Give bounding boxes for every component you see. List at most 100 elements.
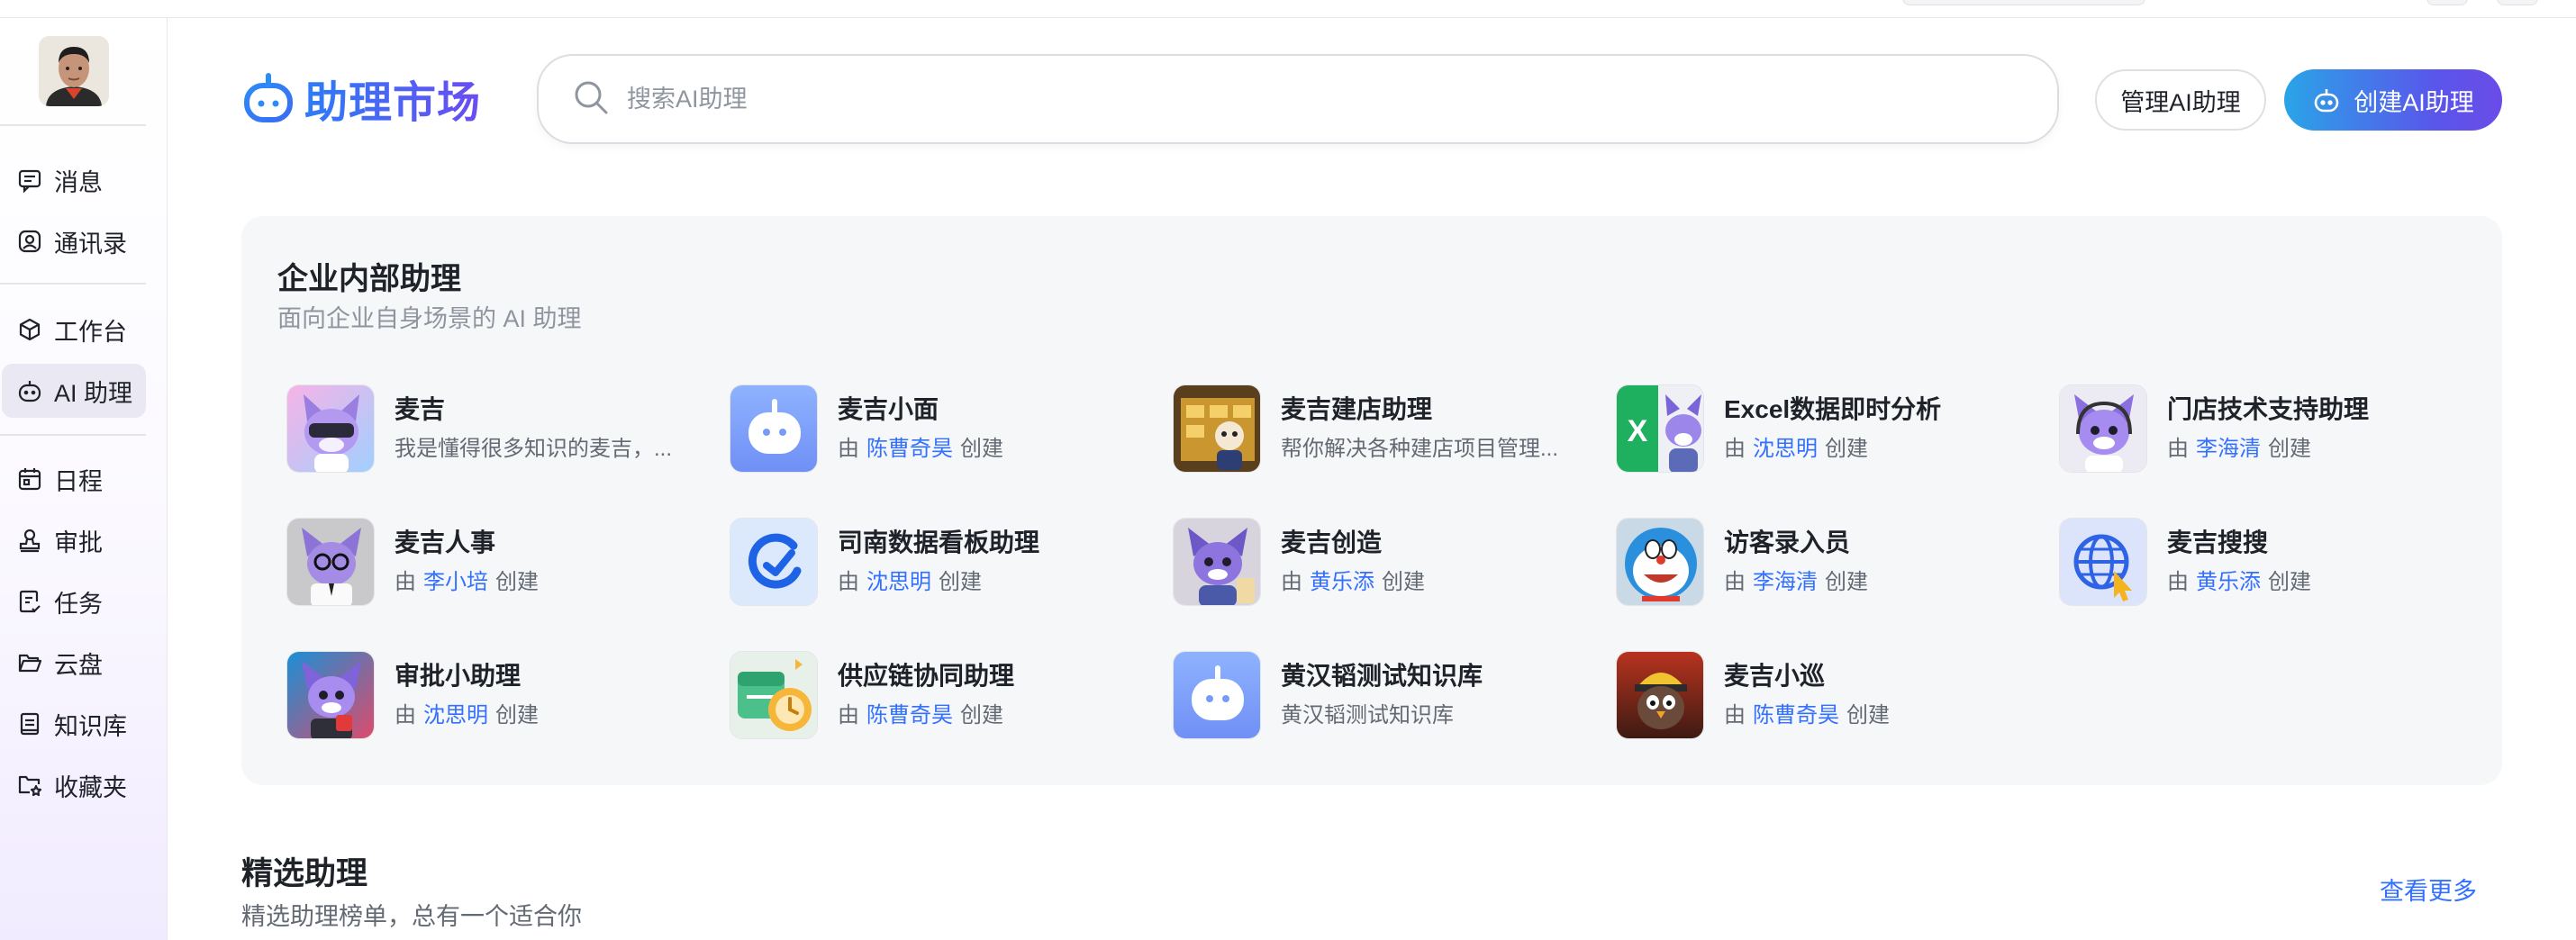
creator-link[interactable]: 陈曹奇昊 xyxy=(866,703,953,728)
assistant-card[interactable]: 黄汉韬测试知识库 黄汉韬测试知识库 xyxy=(1173,648,1596,742)
assistant-creator-line: 由李海清 创建 xyxy=(2167,433,2369,465)
featured-section-title: 精选助理 xyxy=(241,856,368,891)
assistant-avatar-compass xyxy=(730,518,818,606)
assistant-card[interactable]: 麦吉人事 由李小培 创建 xyxy=(286,515,710,609)
assistant-avatar-supply-chain xyxy=(730,651,818,739)
internal-assistants-panel: 企业内部助理 面向企业自身场景的 AI 助理 麦吉 我是懂得很多知识的麦吉，..… xyxy=(241,216,2502,785)
assistant-meta: 黄汉韬测试知识库 黄汉韬测试知识库 xyxy=(1281,658,1483,732)
assistant-description: 帮你解决各种建店项目管理... xyxy=(1281,437,1559,461)
assistant-meta: 门店技术支持助理 由李海清 创建 xyxy=(2167,392,2369,465)
assistant-card[interactable]: 麦吉 我是懂得很多知识的麦吉，... xyxy=(286,382,710,475)
assistant-avatar-fox-glasses xyxy=(286,518,375,606)
created-label: 创建 xyxy=(2268,437,2311,461)
assistant-card[interactable]: 麦吉搜搜 由黄乐添 创建 xyxy=(2059,515,2482,609)
by-label: 由 xyxy=(395,703,416,728)
top-toolbar-button[interactable] xyxy=(2426,0,2468,5)
assistant-meta: 访客录入员 由李海清 创建 xyxy=(1724,525,1868,599)
sidebar-item-calendar[interactable]: 日程 xyxy=(2,452,146,506)
assistant-creator-line: 由黄乐添 创建 xyxy=(2167,566,2311,599)
created-label: 创建 xyxy=(1825,570,1868,594)
calendar-icon xyxy=(16,465,43,493)
created-label: 创建 xyxy=(495,703,539,728)
assistant-creator-line: 由陈曹奇昊 创建 xyxy=(1724,700,1890,732)
page-logo: 助理市场 xyxy=(241,67,481,130)
search-input[interactable] xyxy=(627,85,1978,113)
assistant-avatar-fox-approval xyxy=(286,651,375,739)
created-label: 创建 xyxy=(1825,437,1868,461)
creator-link[interactable]: 黄乐添 xyxy=(2196,570,2261,594)
sidebar-item-knowledge-base[interactable]: 知识库 xyxy=(2,697,146,751)
sidebar-item-favorites[interactable]: 收藏夹 xyxy=(2,758,146,812)
by-label: 由 xyxy=(1724,437,1746,461)
assistant-avatar-patrol-bird xyxy=(1616,651,1704,739)
sidebar-item-tasks[interactable]: 任务 xyxy=(2,574,146,628)
assistant-card[interactable]: 麦吉创造 由黄乐添 创建 xyxy=(1173,515,1596,609)
create-assistant-button[interactable]: 创建AI助理 xyxy=(2284,69,2502,131)
created-label: 创建 xyxy=(1846,703,1890,728)
top-toolbar-button[interactable] xyxy=(2497,0,2538,5)
sidebar-item-contacts[interactable]: 通讯录 xyxy=(2,214,146,268)
sidebar-divider xyxy=(0,283,146,285)
creator-link[interactable]: 李海清 xyxy=(2196,437,2261,461)
creator-link[interactable]: 沈思明 xyxy=(423,703,488,728)
contacts-icon xyxy=(16,228,43,255)
knowledge-book-icon xyxy=(16,710,43,737)
creator-link[interactable]: 李海清 xyxy=(1753,570,1818,594)
assistant-avatar-fox-creator xyxy=(1173,518,1261,606)
search-bar[interactable] xyxy=(537,54,2059,144)
manage-assistants-button[interactable]: 管理AI助理 xyxy=(2095,69,2266,131)
sidebar-item-drive[interactable]: 云盘 xyxy=(2,636,146,690)
ai-robot-icon xyxy=(16,377,43,404)
by-label: 由 xyxy=(1281,570,1302,594)
sidebar-item-workbench[interactable]: 工作台 xyxy=(2,303,146,357)
section-title: 企业内部助理 xyxy=(277,262,461,296)
assistant-card[interactable]: 麦吉建店助理 帮你解决各种建店项目管理... xyxy=(1173,382,1596,475)
assistant-card[interactable]: 麦吉小巡 由陈曹奇昊 创建 xyxy=(1616,648,2039,742)
creator-link[interactable]: 黄乐添 xyxy=(1310,570,1374,594)
by-label: 由 xyxy=(838,703,859,728)
top-toolbar-search-pill[interactable] xyxy=(1902,0,2145,5)
assistant-creator-line: 由陈曹奇昊 创建 xyxy=(838,700,1014,732)
assistant-name: 麦吉搜搜 xyxy=(2167,529,2269,556)
assistant-name: 供应链协同助理 xyxy=(838,662,1015,690)
assistant-card[interactable]: 门店技术支持助理 由李海清 创建 xyxy=(2059,382,2482,475)
sidebar-divider xyxy=(0,124,146,126)
assistant-meta: 麦吉小面 由陈曹奇昊 创建 xyxy=(838,392,1003,465)
message-icon xyxy=(16,167,43,194)
creator-link[interactable]: 李小培 xyxy=(423,570,488,594)
assistant-card[interactable]: 麦吉小面 由陈曹奇昊 创建 xyxy=(730,382,1153,475)
creator-link[interactable]: 沈思明 xyxy=(866,570,931,594)
sidebar-item-messages[interactable]: 消息 xyxy=(2,153,146,207)
assistant-card[interactable]: 访客录入员 由李海清 创建 xyxy=(1616,515,2039,609)
creator-link[interactable]: 陈曹奇昊 xyxy=(1753,703,1839,728)
creator-link[interactable]: 陈曹奇昊 xyxy=(866,437,953,461)
sidebar-item-label: 工作台 xyxy=(54,318,127,346)
sidebar-item-label: AI 助理 xyxy=(54,379,133,407)
search-icon xyxy=(571,77,611,122)
assistant-avatar-fox-vr xyxy=(286,384,375,473)
assistant-card[interactable]: 供应链协同助理 由陈曹奇昊 创建 xyxy=(730,648,1153,742)
assistant-card[interactable]: 审批小助理 由沈思明 创建 xyxy=(286,648,710,742)
view-more-link[interactable]: 查看更多 xyxy=(2380,872,2477,907)
assistant-bot-icon xyxy=(2312,86,2341,114)
assistant-name: 麦吉建店助理 xyxy=(1281,395,1433,423)
assistant-card[interactable]: 司南数据看板助理 由沈思明 创建 xyxy=(730,515,1153,609)
workbench-cube-icon xyxy=(16,316,43,343)
assistant-meta: 麦吉小巡 由陈曹奇昊 创建 xyxy=(1724,658,1890,732)
assistant-avatar-store-builder xyxy=(1173,384,1261,473)
assistant-name: 黄汉韬测试知识库 xyxy=(1281,662,1483,690)
assistant-name: 麦吉小面 xyxy=(838,395,939,423)
assistant-name: 访客录入员 xyxy=(1724,529,1851,556)
creator-link[interactable]: 沈思明 xyxy=(1753,437,1818,461)
assistant-name: 麦吉人事 xyxy=(395,529,496,556)
assistant-card[interactable]: X Excel数据即时分析 由沈思明 创建 xyxy=(1616,382,2039,475)
assistant-bot-icon xyxy=(241,71,295,125)
assistant-meta: 供应链协同助理 由陈曹奇昊 创建 xyxy=(838,658,1014,732)
featured-section-subtitle: 精选助理榜单，总有一个适合你 xyxy=(241,903,582,930)
sidebar-item-approval[interactable]: 审批 xyxy=(2,513,146,567)
sidebar-item-label: 消息 xyxy=(54,168,103,196)
assistant-avatar-blue-cat xyxy=(1616,518,1704,606)
section-subtitle: 面向企业自身场景的 AI 助理 xyxy=(277,305,582,332)
sidebar-item-ai-assistant[interactable]: AI 助理 xyxy=(2,364,146,418)
avatar[interactable] xyxy=(39,36,109,106)
